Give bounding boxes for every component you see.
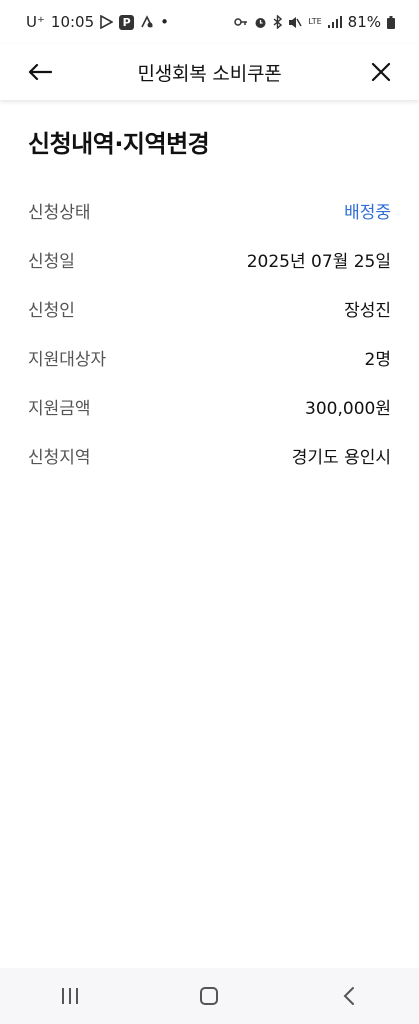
info-label: 지원금액: [28, 399, 91, 419]
lte-indicator: LTE: [308, 17, 322, 26]
info-label: 신청지역: [28, 448, 91, 468]
status-value: 배정중: [344, 203, 391, 223]
info-value: 300,000원: [305, 399, 391, 419]
battery-icon: [387, 15, 395, 29]
page-title: 신청내역·지역변경: [28, 130, 210, 158]
info-row-status: 신청상태 배정중: [28, 186, 391, 235]
info-value: 장성진: [344, 301, 391, 321]
more-notifications-dot: •: [160, 13, 169, 31]
mute-icon: [288, 16, 302, 29]
info-value: 경기도 용인시: [291, 448, 391, 468]
home-icon: [200, 987, 219, 1005]
signal-icon: [327, 16, 342, 28]
info-label: 지원대상자: [28, 350, 107, 370]
battery-percent: 81%: [347, 13, 381, 31]
info-row-applicant: 신청인 장성진: [28, 284, 391, 333]
status-bar-right: LTE 81%: [234, 13, 395, 31]
home-button[interactable]: [179, 974, 239, 1018]
key-icon: [234, 17, 248, 27]
back-arrow-icon: [28, 63, 52, 81]
close-button[interactable]: [365, 56, 397, 88]
clock: 10:05: [50, 13, 95, 31]
system-navigation-bar: [0, 968, 419, 1024]
header-title: 민생회복 소비쿠폰: [137, 62, 282, 85]
carrier-label: U⁺: [26, 13, 45, 31]
info-label: 신청인: [28, 301, 75, 321]
status-bar-left: U⁺ 10:05 P •: [26, 13, 169, 31]
info-row-beneficiaries: 지원대상자 2명: [28, 333, 391, 382]
info-value: 2명: [364, 350, 391, 370]
alarm-icon: [254, 16, 267, 29]
app-notification-icon: [140, 15, 154, 29]
nav-back-icon: [343, 987, 355, 1005]
application-info-list: 신청상태 배정중 신청일 2025년 07월 25일 신청인 장성진 지원대상자…: [28, 186, 391, 480]
info-label: 신청상태: [28, 203, 91, 223]
play-store-icon: [100, 15, 114, 29]
recents-icon: [61, 988, 78, 1004]
back-button[interactable]: [24, 56, 56, 88]
info-label: 신청일: [28, 252, 75, 272]
close-icon: [371, 62, 391, 82]
bluetooth-icon: [273, 15, 283, 29]
info-row-region: 신청지역 경기도 용인시: [28, 431, 391, 480]
app-header: 민생회복 소비쿠폰: [0, 44, 419, 100]
info-value: 2025년 07월 25일: [246, 252, 391, 272]
status-bar: U⁺ 10:05 P • LTE 81%: [0, 0, 419, 44]
parking-app-icon: P: [119, 14, 135, 30]
nav-back-button[interactable]: [319, 974, 379, 1018]
info-row-amount: 지원금액 300,000원: [28, 382, 391, 431]
recents-button[interactable]: [40, 974, 100, 1018]
info-row-date: 신청일 2025년 07월 25일: [28, 235, 391, 284]
